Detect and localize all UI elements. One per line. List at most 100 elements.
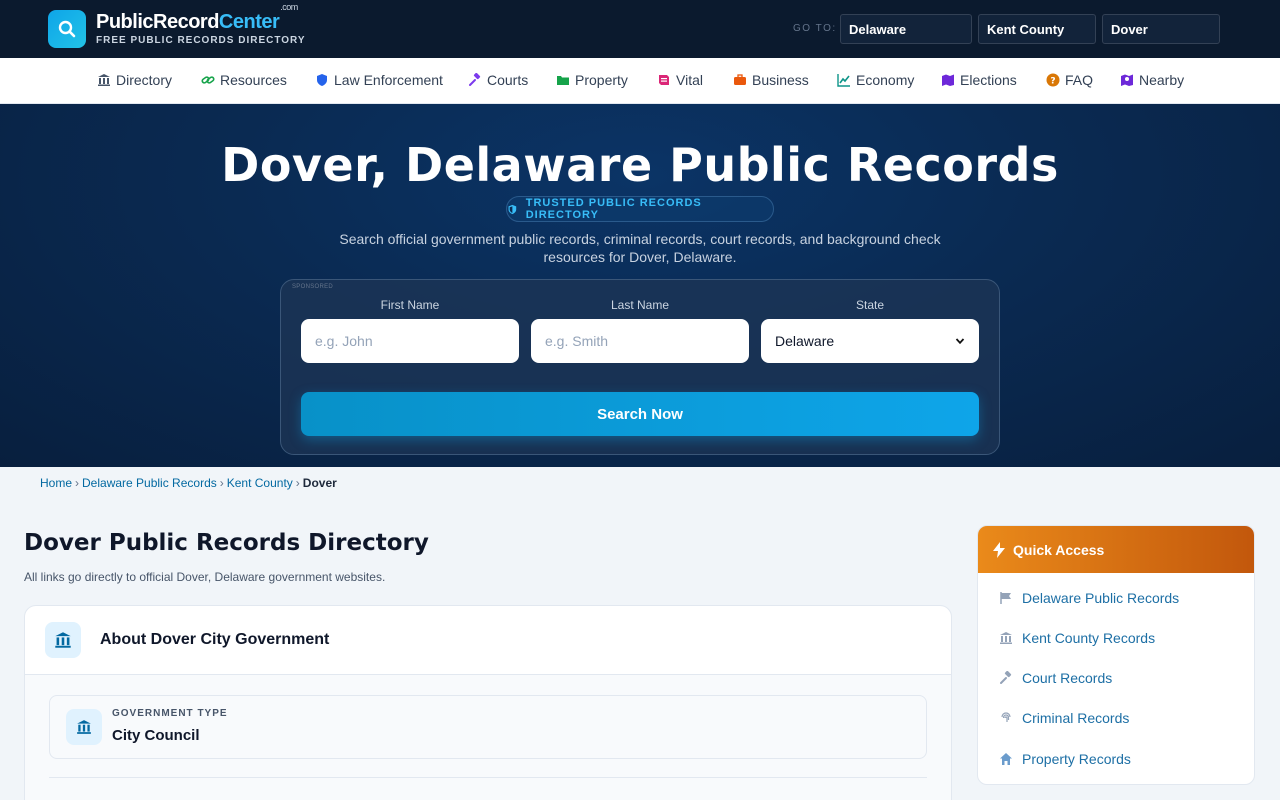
about-government-card: About Dover City Government GOVERNMENT T… xyxy=(24,605,952,800)
last-name-input[interactable] xyxy=(545,333,735,349)
about-card-title: About Dover City Government xyxy=(100,631,330,648)
nav-label: Property xyxy=(575,72,628,88)
nav-law-enforcement[interactable]: Law Enforcement xyxy=(315,72,443,88)
nav-property[interactable]: Property xyxy=(556,72,628,88)
nav-business[interactable]: Business xyxy=(733,72,809,88)
sponsored-label: SPONSORED xyxy=(292,284,334,290)
logo-suffix: .com xyxy=(280,2,298,13)
quick-access-title: Quick Access xyxy=(1013,541,1105,558)
top-bar: PublicRecordCenter.com FREE PUBLIC RECOR… xyxy=(0,0,1280,58)
quick-access-delaware-records[interactable]: Delaware Public Records xyxy=(999,590,1179,606)
flag-icon xyxy=(1000,592,1011,604)
nav-label: Directory xyxy=(116,72,173,88)
quick-access-label: Criminal Records xyxy=(1022,710,1130,726)
last-name-label: Last Name xyxy=(610,298,670,312)
scroll-icon xyxy=(659,75,669,85)
logo-search-icon[interactable] xyxy=(48,10,86,48)
breadcrumb-separator: › xyxy=(219,476,224,490)
briefcase-icon xyxy=(734,74,746,85)
state-select[interactable]: Delaware xyxy=(761,319,979,363)
site-tagline: FREE PUBLIC RECORDS DIRECTORY xyxy=(96,35,306,46)
nav-label: Elections xyxy=(960,72,1017,88)
quick-access-label: Property Records xyxy=(1022,751,1131,767)
bank-icon xyxy=(98,74,110,86)
breadcrumb-separator: › xyxy=(75,476,80,490)
logo-text-part1: PublicRecord xyxy=(96,11,219,33)
nav-resources[interactable]: Resources xyxy=(201,72,287,88)
chevron-down-icon xyxy=(955,338,965,345)
nav-label: Vital xyxy=(676,72,703,88)
nav-courts[interactable]: Courts xyxy=(468,72,528,88)
nav-label: FAQ xyxy=(1065,72,1094,88)
goto-city-select[interactable]: Dover xyxy=(1102,14,1220,44)
nav-label: Economy xyxy=(856,72,915,88)
last-name-field[interactable] xyxy=(531,319,749,363)
divider xyxy=(49,777,927,778)
breadcrumb-county[interactable]: Kent County xyxy=(227,476,293,490)
first-name-label: First Name xyxy=(380,298,440,312)
goto-county-select[interactable]: Kent County xyxy=(978,14,1096,44)
quick-access-header: Quick Access xyxy=(978,526,1254,573)
first-name-field[interactable] xyxy=(301,319,519,363)
breadcrumb-home[interactable]: Home xyxy=(40,476,72,490)
nav-elections[interactable]: Elections xyxy=(941,72,1017,88)
shield-icon xyxy=(317,74,327,86)
question-icon: ? xyxy=(1046,73,1060,87)
trusted-badge-label: TRUSTED PUBLIC RECORDS DIRECTORY xyxy=(525,197,702,221)
government-type-box: GOVERNMENT TYPE City Council xyxy=(49,695,927,759)
lightning-icon xyxy=(993,541,1005,558)
svg-text:?: ? xyxy=(1050,77,1055,87)
quick-access-card: Quick Access Delaware Public Records Ken… xyxy=(977,525,1255,785)
directory-subtitle: All links go directly to official Dover,… xyxy=(24,570,386,584)
bank-icon xyxy=(45,622,81,658)
breadcrumb-current: Dover xyxy=(302,476,337,490)
nav-label: Law Enforcement xyxy=(334,72,443,88)
trusted-badge: TRUSTED PUBLIC RECORDS DIRECTORY xyxy=(506,196,774,222)
gavel-icon xyxy=(1000,671,1012,684)
folder-icon xyxy=(557,76,569,85)
shield-icon xyxy=(508,204,517,214)
goto-state-select[interactable]: Delaware xyxy=(840,14,972,44)
quick-access-label: Delaware Public Records xyxy=(1022,590,1180,606)
breadcrumb-state[interactable]: Delaware Public Records xyxy=(82,476,217,490)
fingerprint-icon xyxy=(1001,712,1011,722)
page-title: Dover, Delaware Public Records xyxy=(221,138,1059,192)
quick-access-criminal-records[interactable]: Criminal Records xyxy=(999,710,1129,726)
nav-label: Nearby xyxy=(1139,72,1185,88)
nav-label: Business xyxy=(752,72,809,88)
nav-label: Resources xyxy=(220,72,287,88)
quick-access-property-records[interactable]: Property Records xyxy=(999,751,1131,767)
nav-label: Courts xyxy=(487,72,529,88)
directory-title: Dover Public Records Directory xyxy=(24,530,429,556)
bank-icon xyxy=(1000,632,1012,644)
first-name-input[interactable] xyxy=(315,333,505,349)
nav-directory[interactable]: Directory xyxy=(97,72,172,88)
map-pin-icon xyxy=(1121,74,1133,86)
state-label: State xyxy=(855,298,885,312)
about-card-body: GOVERNMENT TYPE City Council xyxy=(25,675,951,800)
breadcrumb-separator: › xyxy=(295,476,300,490)
search-form: SPONSORED First Name Last Name State Del… xyxy=(280,279,1000,455)
breadcrumb: Home › Delaware Public Records › Kent County… xyxy=(40,476,337,490)
hero-section: Dover, Delaware Public Records TRUSTED P… xyxy=(0,104,1280,467)
search-now-button[interactable]: Search Now xyxy=(301,392,979,436)
nav-nearby[interactable]: Nearby xyxy=(1120,72,1184,88)
bank-icon xyxy=(66,709,102,745)
logo-text-part2: Center xyxy=(218,11,280,33)
site-logo[interactable]: PublicRecordCenter.com xyxy=(96,2,298,34)
quick-access-label: Court Records xyxy=(1022,670,1113,686)
chart-line-icon xyxy=(837,74,850,87)
gavel-icon xyxy=(469,73,481,86)
link-icon xyxy=(201,76,215,84)
nav-economy[interactable]: Economy xyxy=(837,72,914,88)
about-card-header: About Dover City Government xyxy=(25,606,951,675)
quick-access-kent-county-records[interactable]: Kent County Records xyxy=(999,630,1155,646)
government-type-label: GOVERNMENT TYPE xyxy=(112,708,228,719)
quick-access-label: Kent County Records xyxy=(1022,630,1156,646)
quick-access-court-records[interactable]: Court Records xyxy=(999,670,1112,686)
state-select-value: Delaware xyxy=(775,333,835,349)
nav-vital[interactable]: Vital xyxy=(657,72,703,88)
hero-subtitle: Search official government public record… xyxy=(339,231,941,265)
nav-faq[interactable]: ? FAQ xyxy=(1046,72,1093,88)
goto-label: GO TO: xyxy=(793,23,837,34)
